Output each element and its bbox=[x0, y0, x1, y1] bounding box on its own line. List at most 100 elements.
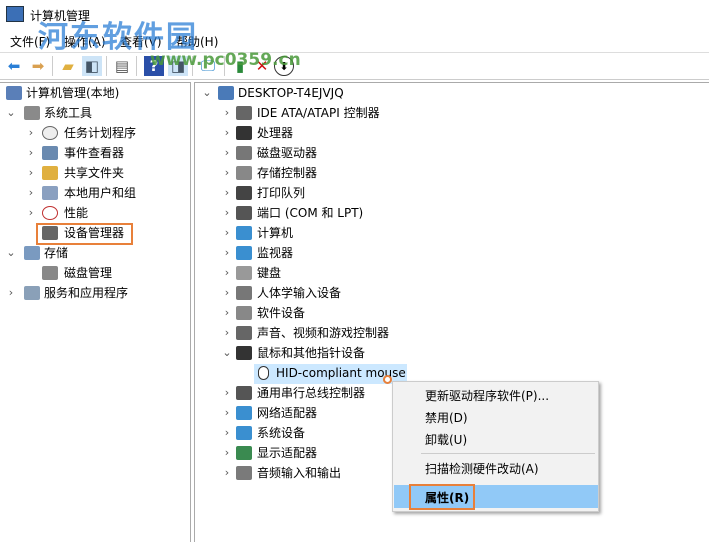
tree-services[interactable]: 服务和应用程序 bbox=[44, 283, 128, 303]
menu-uninstall[interactable]: 卸载(U) bbox=[425, 431, 467, 448]
chevron-right-icon[interactable]: › bbox=[222, 263, 232, 283]
device-category[interactable]: 磁盘驱动器 bbox=[257, 143, 317, 163]
chevron-right-icon[interactable]: › bbox=[26, 163, 36, 183]
storage-icon bbox=[24, 246, 40, 260]
chevron-right-icon[interactable]: › bbox=[222, 203, 232, 223]
chevron-right-icon[interactable]: › bbox=[26, 183, 36, 203]
device-category[interactable]: 键盘 bbox=[257, 263, 281, 283]
device-category[interactable]: 打印队列 bbox=[257, 183, 305, 203]
chevron-right-icon[interactable]: › bbox=[222, 303, 232, 323]
menu-disable[interactable]: 禁用(D) bbox=[425, 409, 468, 426]
device-root[interactable]: DESKTOP-T4EJVJQ bbox=[238, 83, 344, 103]
computer-management-icon bbox=[6, 6, 24, 22]
tree-root[interactable]: 计算机管理(本地) bbox=[26, 83, 119, 103]
tree-event-viewer[interactable]: 事件查看器 bbox=[64, 143, 124, 163]
chevron-right-icon[interactable]: › bbox=[222, 323, 232, 343]
device-manager-icon bbox=[42, 226, 58, 240]
chevron-down-icon[interactable]: ⌄ bbox=[222, 343, 232, 363]
chevron-down-icon[interactable]: ⌄ bbox=[202, 83, 212, 103]
tree-disk-management[interactable]: 磁盘管理 bbox=[64, 263, 112, 283]
chevron-right-icon[interactable]: › bbox=[222, 123, 232, 143]
device-category-icon bbox=[236, 386, 252, 400]
menu-scan[interactable]: 扫描检测硬件改动(A) bbox=[425, 460, 539, 477]
device-category-icon bbox=[236, 166, 252, 180]
properties-icon[interactable]: ▤ bbox=[112, 56, 132, 76]
watermark-url: www.pc0359.cn bbox=[150, 50, 301, 70]
device-category[interactable]: 存储控制器 bbox=[257, 163, 317, 183]
chevron-right-icon[interactable]: › bbox=[222, 423, 232, 443]
back-icon[interactable]: ⬅ bbox=[4, 56, 24, 76]
disk-icon bbox=[42, 266, 58, 280]
device-category-icon bbox=[236, 326, 252, 340]
device-category[interactable]: 通用串行总线控制器 bbox=[257, 383, 365, 403]
device-category-icon bbox=[236, 146, 252, 160]
shared-folder-icon bbox=[42, 166, 58, 180]
device-category[interactable]: 系统设备 bbox=[257, 423, 305, 443]
up-folder-icon[interactable]: ▰ bbox=[58, 56, 78, 76]
device-category-icon bbox=[236, 446, 252, 460]
device-category-icon bbox=[236, 306, 252, 320]
clock-icon bbox=[42, 126, 58, 140]
tree-system-tools[interactable]: 系统工具 bbox=[44, 103, 92, 123]
device-category[interactable]: 处理器 bbox=[257, 123, 293, 143]
tools-icon bbox=[24, 106, 40, 120]
mouse-icon bbox=[258, 366, 269, 380]
chevron-right-icon[interactable]: › bbox=[222, 163, 232, 183]
chevron-right-icon[interactable]: › bbox=[26, 203, 36, 223]
tree-storage[interactable]: 存储 bbox=[44, 243, 68, 263]
chevron-right-icon[interactable]: › bbox=[222, 143, 232, 163]
chevron-down-icon[interactable]: ⌄ bbox=[6, 103, 16, 123]
chevron-down-icon[interactable]: ⌄ bbox=[6, 243, 16, 263]
click-marker bbox=[383, 375, 392, 384]
chevron-right-icon[interactable]: › bbox=[222, 243, 232, 263]
forward-icon[interactable]: ➡ bbox=[28, 56, 48, 76]
users-icon bbox=[42, 186, 58, 200]
show-hide-tree-icon[interactable]: ◧ bbox=[82, 56, 102, 76]
device-category[interactable]: 音频输入和输出 bbox=[257, 463, 341, 483]
device-category-icon bbox=[236, 206, 252, 220]
device-category[interactable]: 监视器 bbox=[257, 243, 293, 263]
device-category-icon bbox=[236, 426, 252, 440]
device-category[interactable]: 端口 (COM 和 LPT) bbox=[257, 203, 363, 223]
device-category-icon bbox=[236, 126, 252, 140]
chevron-right-icon[interactable]: › bbox=[222, 383, 232, 403]
chevron-right-icon[interactable]: › bbox=[222, 283, 232, 303]
chevron-right-icon[interactable]: › bbox=[222, 223, 232, 243]
menu-separator bbox=[421, 453, 595, 454]
chevron-right-icon[interactable]: › bbox=[222, 183, 232, 203]
tree-performance[interactable]: 性能 bbox=[64, 203, 88, 223]
chevron-right-icon[interactable]: › bbox=[26, 143, 36, 163]
device-category-icon bbox=[236, 226, 252, 240]
device-category[interactable]: 计算机 bbox=[257, 223, 293, 243]
performance-icon bbox=[42, 206, 58, 220]
device-category[interactable]: 声音、视频和游戏控制器 bbox=[257, 323, 389, 343]
tree-device-manager[interactable]: 设备管理器 bbox=[64, 223, 124, 243]
computer-management-icon bbox=[6, 86, 22, 100]
event-viewer-icon bbox=[42, 146, 58, 160]
device-category[interactable]: 网络适配器 bbox=[257, 403, 317, 423]
device-category[interactable]: 显示适配器 bbox=[257, 443, 317, 463]
device-category-icon bbox=[236, 106, 252, 120]
device-category[interactable]: 软件设备 bbox=[257, 303, 305, 323]
chevron-right-icon[interactable]: › bbox=[222, 443, 232, 463]
device-category-icon bbox=[236, 466, 252, 480]
device-category-icon bbox=[236, 246, 252, 260]
device-category[interactable]: 人体学输入设备 bbox=[257, 283, 341, 303]
tree-shared-folders[interactable]: 共享文件夹 bbox=[64, 163, 124, 183]
device-category[interactable]: 鼠标和其他指针设备 bbox=[257, 343, 365, 363]
device-category-icon bbox=[236, 346, 252, 360]
chevron-right-icon[interactable]: › bbox=[6, 283, 16, 303]
chevron-right-icon[interactable]: › bbox=[222, 403, 232, 423]
device-category-icon bbox=[236, 266, 252, 280]
menu-update-driver[interactable]: 更新驱动程序软件(P)... bbox=[425, 387, 549, 404]
menu-properties[interactable]: 属性(R) bbox=[425, 489, 469, 506]
chevron-right-icon[interactable]: › bbox=[222, 463, 232, 483]
tree-task-scheduler[interactable]: 任务计划程序 bbox=[64, 123, 136, 143]
device-category-icon bbox=[236, 186, 252, 200]
device-category-icon bbox=[236, 286, 252, 300]
chevron-right-icon[interactable]: › bbox=[26, 123, 36, 143]
tree-local-users[interactable]: 本地用户和组 bbox=[64, 183, 136, 203]
chevron-right-icon[interactable]: › bbox=[222, 103, 232, 123]
services-icon bbox=[24, 286, 40, 300]
device-category[interactable]: IDE ATA/ATAPI 控制器 bbox=[257, 103, 380, 123]
